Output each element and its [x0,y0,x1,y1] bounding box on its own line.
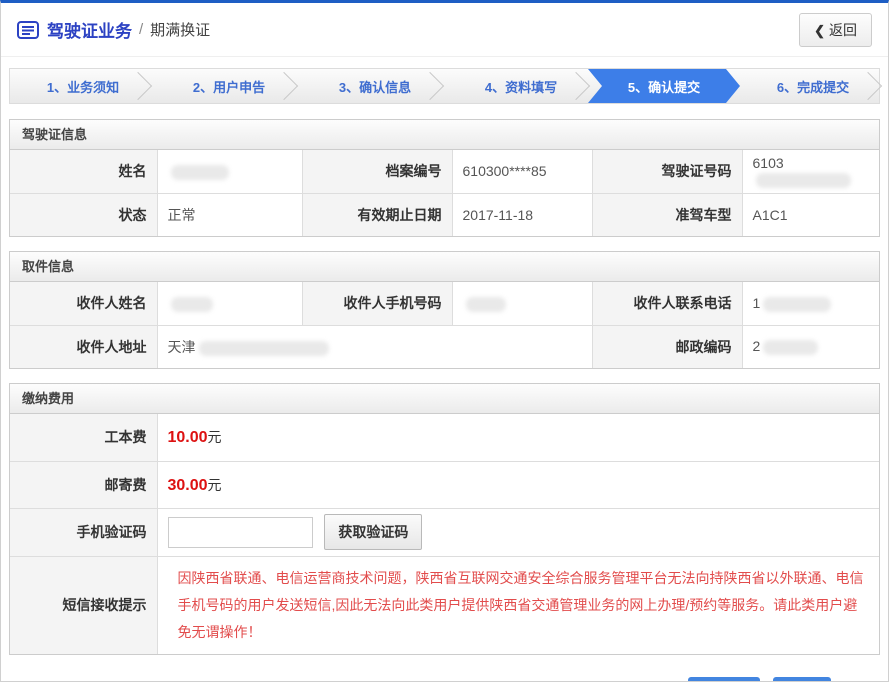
page-header: 驾驶证业务 / 期满换证 ❮ 返回 [1,3,888,57]
step-tab-label: 2、用户申告 [193,77,265,96]
step-tab-label: 6、完成提交 [777,77,849,96]
vehicle-class-value: A1C1 [742,193,879,236]
previous-step-button[interactable]: 上一步 [688,677,760,682]
step-tab-5-active[interactable]: 5、确认提交 [588,69,740,103]
redacted-value [756,173,851,188]
zip-code-value: 2 [742,325,879,368]
sms-code-cell: 获取验证码 [157,508,879,556]
back-button-label: 返回 [829,22,857,38]
finish-button[interactable]: 完成 [773,677,831,682]
redacted-value [763,340,818,355]
zip-code-label: 邮政编码 [592,325,742,368]
mail-fee-label: 邮寄费 [10,461,157,508]
redacted-value [171,165,229,180]
recipient-address-text: 天津 [168,339,196,355]
recipient-name-value [157,282,302,325]
step-tab-label: 1、业务须知 [47,77,119,96]
name-label: 姓名 [10,150,157,193]
file-number-value: 610300****85 [452,150,592,193]
redacted-value [466,297,506,312]
pickup-info-section: 取件信息 收件人姓名 收件人手机号码 收件人联系电话 1 收件人地址 天津 邮政… [9,251,880,369]
fees-section-title: 缴纳费用 [10,384,879,414]
table-row: 收件人姓名 收件人手机号码 收件人联系电话 1 [10,282,879,325]
redacted-value [171,297,213,312]
pickup-section-title: 取件信息 [10,252,879,282]
currency-unit: 元 [208,429,222,445]
table-row: 姓名 档案编号 610300****85 驾驶证号码 6103 [10,150,879,193]
expiry-value: 2017-11-18 [452,193,592,236]
table-row: 手机验证码 获取验证码 [10,508,879,556]
recipient-phone-value: 1 [742,282,879,325]
step-tab-1[interactable]: 1、业务须知 [10,69,156,103]
step-separator-chevron-icon [416,72,444,100]
work-fee-label: 工本费 [10,414,157,461]
pickup-info-table: 收件人姓名 收件人手机号码 收件人联系电话 1 收件人地址 天津 邮政编码 2 [10,282,879,368]
fees-table: 工本费 10.00元 邮寄费 30.00元 手机验证码 获取验证码 短信接收提示… [10,414,879,654]
step-tab-label: 5、确认提交 [628,77,700,96]
file-number-label: 档案编号 [302,150,452,193]
status-value: 正常 [157,193,302,236]
recipient-phone-label: 收件人联系电话 [592,282,742,325]
redacted-value [199,341,329,356]
license-number-value: 6103 [742,150,879,193]
recipient-address-value: 天津 [157,325,592,368]
vehicle-class-label: 准驾车型 [592,193,742,236]
step-tab-3[interactable]: 3、确认信息 [302,69,448,103]
back-button[interactable]: ❮ 返回 [799,13,872,47]
sms-notice-cell: 因陕西省联通、电信运营商技术问题，陕西省互联网交通安全综合服务管理平台无法向持陕… [157,556,879,654]
step-tab-label: 3、确认信息 [339,77,411,96]
license-list-icon [17,21,39,39]
page: 驾驶证业务 / 期满换证 ❮ 返回 1、业务须知 2、用户申告 3、确认信息 4、… [0,0,889,682]
status-label: 状态 [10,193,157,236]
sms-code-input[interactable] [168,517,313,548]
currency-unit: 元 [208,477,222,493]
recipient-mobile-label: 收件人手机号码 [302,282,452,325]
breadcrumb-separator: / [139,21,143,38]
table-row: 状态 正常 有效期止日期 2017-11-18 准驾车型 A1C1 [10,193,879,236]
license-info-table: 姓名 档案编号 610300****85 驾驶证号码 6103 状态 正常 有效… [10,150,879,236]
step-separator-chevron-icon [854,72,882,100]
table-row: 邮寄费 30.00元 [10,461,879,508]
name-value [157,150,302,193]
step-separator-chevron-icon [562,72,590,100]
table-row: 短信接收提示 因陕西省联通、电信运营商技术问题，陕西省互联网交通安全综合服务管理… [10,556,879,654]
work-fee-value: 10.00元 [157,414,879,461]
footer-actions: 上一步 完成 [1,669,888,682]
license-number-label: 驾驶证号码 [592,150,742,193]
step-separator-chevron-icon [124,72,152,100]
license-section-title: 驾驶证信息 [10,120,879,150]
step-tab-4[interactable]: 4、资料填写 [448,69,594,103]
step-tab-label: 4、资料填写 [485,77,557,96]
license-info-section: 驾驶证信息 姓名 档案编号 610300****85 驾驶证号码 6103 状态… [9,119,880,237]
fees-section: 缴纳费用 工本费 10.00元 邮寄费 30.00元 手机验证码 获取验证码 短… [9,383,880,655]
table-row: 收件人地址 天津 邮政编码 2 [10,325,879,368]
step-separator-chevron-icon [270,72,298,100]
license-number-text: 6103 [753,155,784,171]
chevron-left-icon: ❮ [814,23,825,38]
recipient-address-label: 收件人地址 [10,325,157,368]
work-fee-amount: 10.00 [168,429,208,446]
expiry-label: 有效期止日期 [302,193,452,236]
step-tab-2[interactable]: 2、用户申告 [156,69,302,103]
zip-code-text: 2 [753,338,761,354]
get-sms-code-button[interactable]: 获取验证码 [324,514,422,550]
redacted-value [763,297,831,312]
mail-fee-value: 30.00元 [157,461,879,508]
mail-fee-amount: 30.00 [168,477,208,494]
recipient-phone-text: 1 [753,295,761,311]
page-title: 驾驶证业务 [47,17,132,42]
recipient-name-label: 收件人姓名 [10,282,157,325]
breadcrumb-current: 期满换证 [150,19,210,40]
step-wizard-bar: 1、业务须知 2、用户申告 3、确认信息 4、资料填写 5、确认提交 6、完成提… [9,68,880,104]
sms-code-label: 手机验证码 [10,508,157,556]
table-row: 工本费 10.00元 [10,414,879,461]
sms-notice-label: 短信接收提示 [10,556,157,654]
sms-notice-text: 因陕西省联通、电信运营商技术问题，陕西省互联网交通安全综合服务管理平台无法向持陕… [168,557,880,654]
recipient-mobile-value [452,282,592,325]
step-tab-6[interactable]: 6、完成提交 [740,69,886,103]
